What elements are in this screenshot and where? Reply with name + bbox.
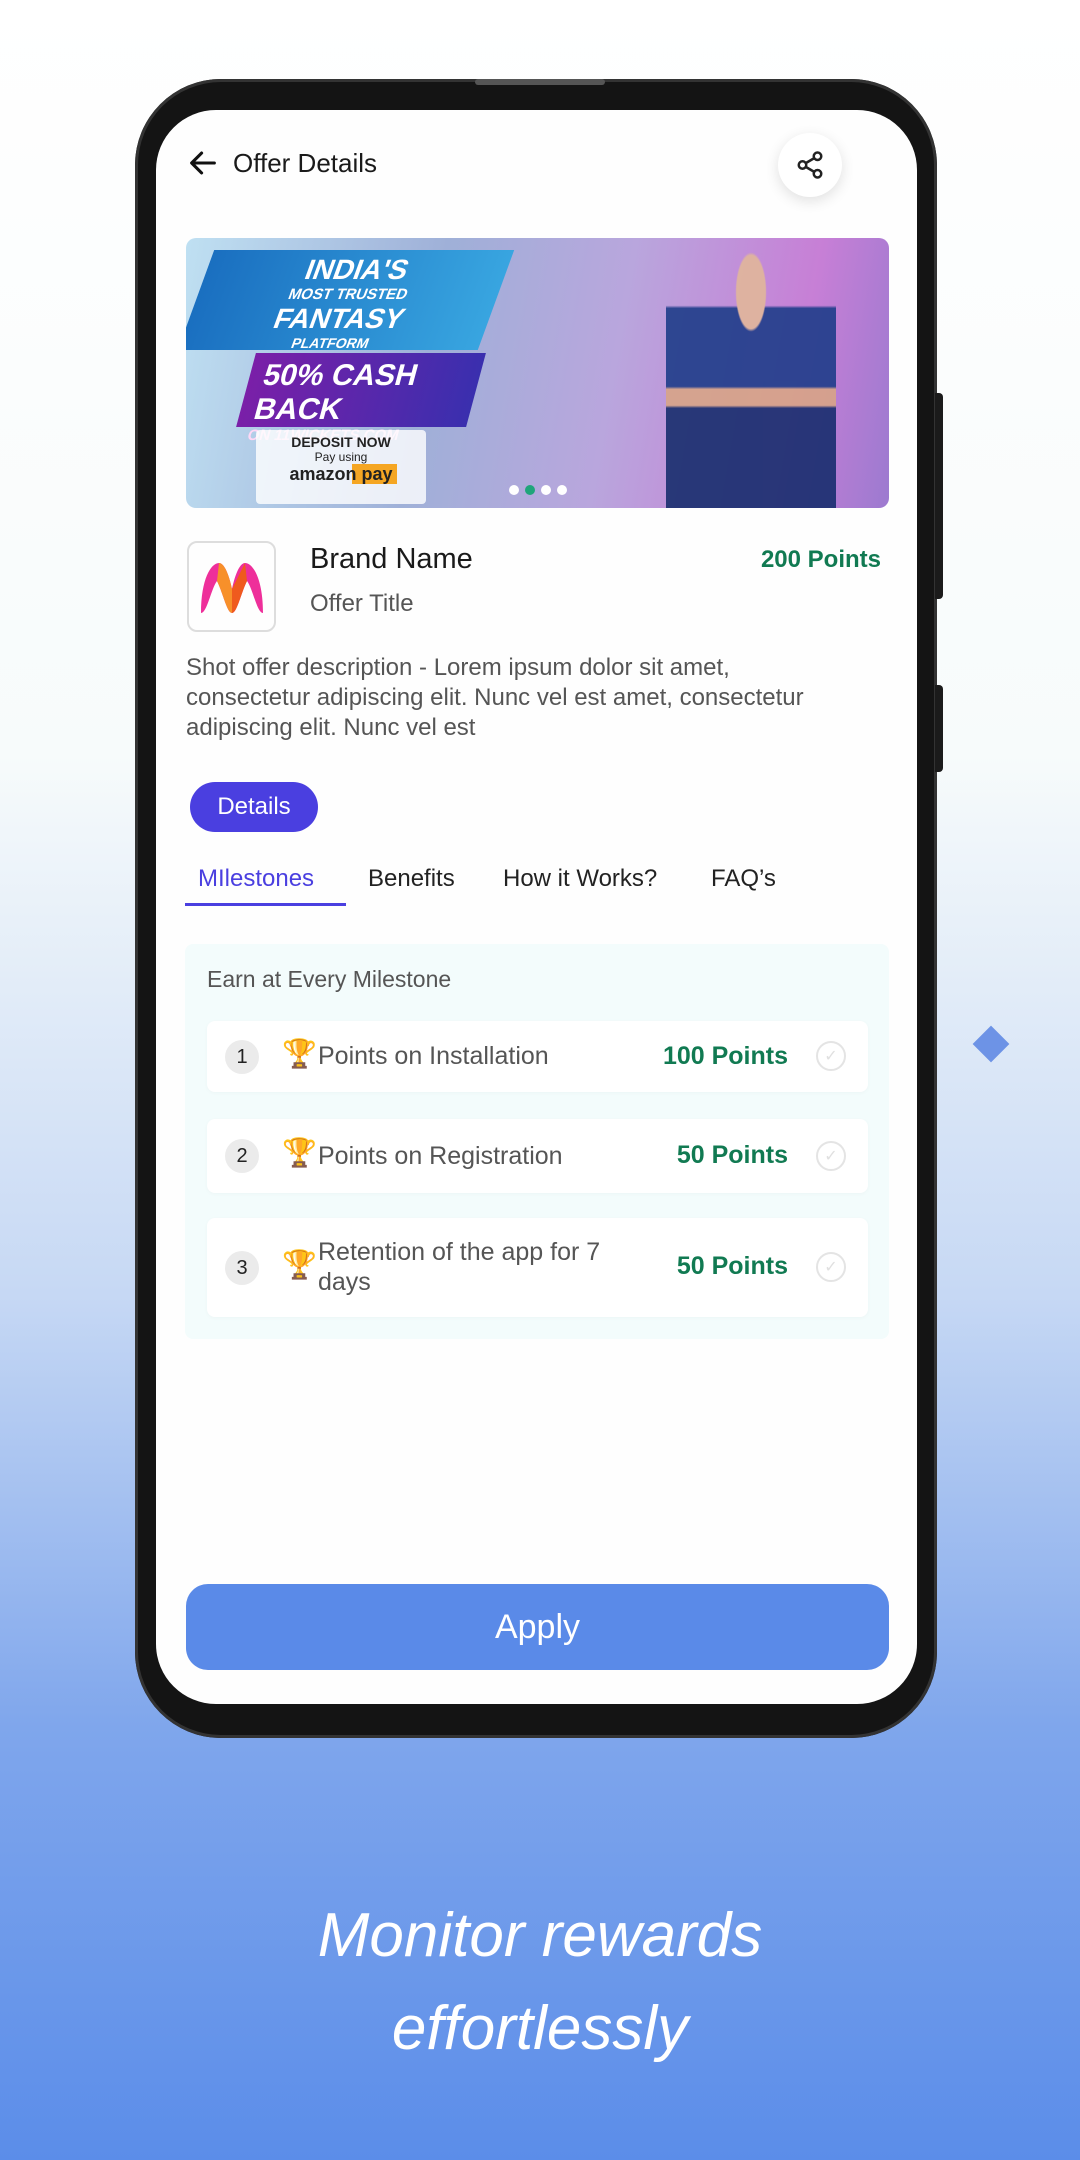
- carousel-dot-active[interactable]: [525, 485, 535, 495]
- diamond-decoration: [972, 1025, 1010, 1063]
- screen: Offer Details INDIA'S MOST TRUSTED FANTA…: [156, 110, 917, 1704]
- milestones-panel: Earn at Every Milestone 1 🏆 Points on In…: [185, 944, 889, 1339]
- caption-line-1: Monitor rewards: [317, 1901, 763, 1970]
- carousel-dot[interactable]: [509, 485, 519, 495]
- brand-name: Brand Name: [310, 543, 473, 575]
- banner-deposit: DEPOSIT NOW Pay using amazon pay: [256, 430, 426, 504]
- check-circle-icon: ✓: [816, 1252, 846, 1282]
- trophy-icon: 🏆: [282, 1038, 317, 1069]
- offer-points: 200 Points: [760, 546, 881, 573]
- milestone-row: 2 🏆 Points on Registration 50 Points ✓: [207, 1119, 868, 1193]
- milestone-points: 50 Points: [676, 1141, 788, 1169]
- trophy-icon: 🏆: [282, 1249, 317, 1280]
- banner-cashback: 50% CASH BACK ON 11WICKETS.COM: [236, 353, 486, 444]
- milestone-row: 3 🏆 Retention of the app for 7 days 50 P…: [207, 1218, 868, 1317]
- milestone-points: 50 Points: [676, 1252, 788, 1280]
- milestone-points: 100 Points: [662, 1042, 788, 1070]
- tab-faqs[interactable]: FAQ’s: [711, 865, 776, 893]
- share-button[interactable]: [778, 133, 842, 197]
- milestone-number: 3: [225, 1251, 259, 1285]
- banner-headline: INDIA'S MOST TRUSTED FANTASY PLATFORM: [186, 250, 515, 351]
- active-tab-indicator: [185, 903, 346, 906]
- carousel-dot[interactable]: [557, 485, 567, 495]
- milestones-title: Earn at Every Milestone: [207, 966, 452, 992]
- tab-benefits[interactable]: Benefits: [368, 865, 455, 893]
- page-title: Offer Details: [233, 148, 378, 178]
- offer-title: Offer Title: [310, 590, 414, 617]
- offer-banner-carousel[interactable]: INDIA'S MOST TRUSTED FANTASY PLATFORM 50…: [186, 238, 889, 508]
- phone-speaker: [475, 79, 605, 85]
- carousel-dots[interactable]: [509, 485, 567, 495]
- details-button[interactable]: Details: [190, 782, 318, 832]
- banner-model-image: [666, 238, 836, 508]
- apply-button[interactable]: Apply: [186, 1584, 889, 1670]
- milestone-number: 2: [225, 1139, 259, 1173]
- caption-line-2: effortlessly: [391, 1994, 689, 2063]
- milestone-row: 1 🏆 Points on Installation 100 Points ✓: [207, 1021, 868, 1092]
- check-circle-icon: ✓: [816, 1141, 846, 1171]
- tab-how-it-works[interactable]: How it Works?: [503, 865, 657, 893]
- milestone-number: 1: [225, 1040, 259, 1074]
- offer-description: Shot offer description - Lorem ipsum dol…: [186, 654, 804, 741]
- arrow-left-icon[interactable]: [186, 146, 220, 180]
- check-circle-icon: ✓: [816, 1041, 846, 1071]
- brand-logo: [187, 541, 276, 632]
- power-button: [935, 685, 943, 772]
- milestone-label: Retention of the app for 7 days: [318, 1238, 601, 1296]
- milestone-label: Points on Registration: [318, 1142, 563, 1170]
- milestone-label: Points on Installation: [318, 1042, 549, 1070]
- carousel-dot[interactable]: [541, 485, 551, 495]
- volume-button: [935, 393, 943, 599]
- tab-milestones[interactable]: MIlestones: [198, 865, 314, 893]
- trophy-icon: 🏆: [282, 1137, 317, 1168]
- share-icon: [797, 151, 823, 179]
